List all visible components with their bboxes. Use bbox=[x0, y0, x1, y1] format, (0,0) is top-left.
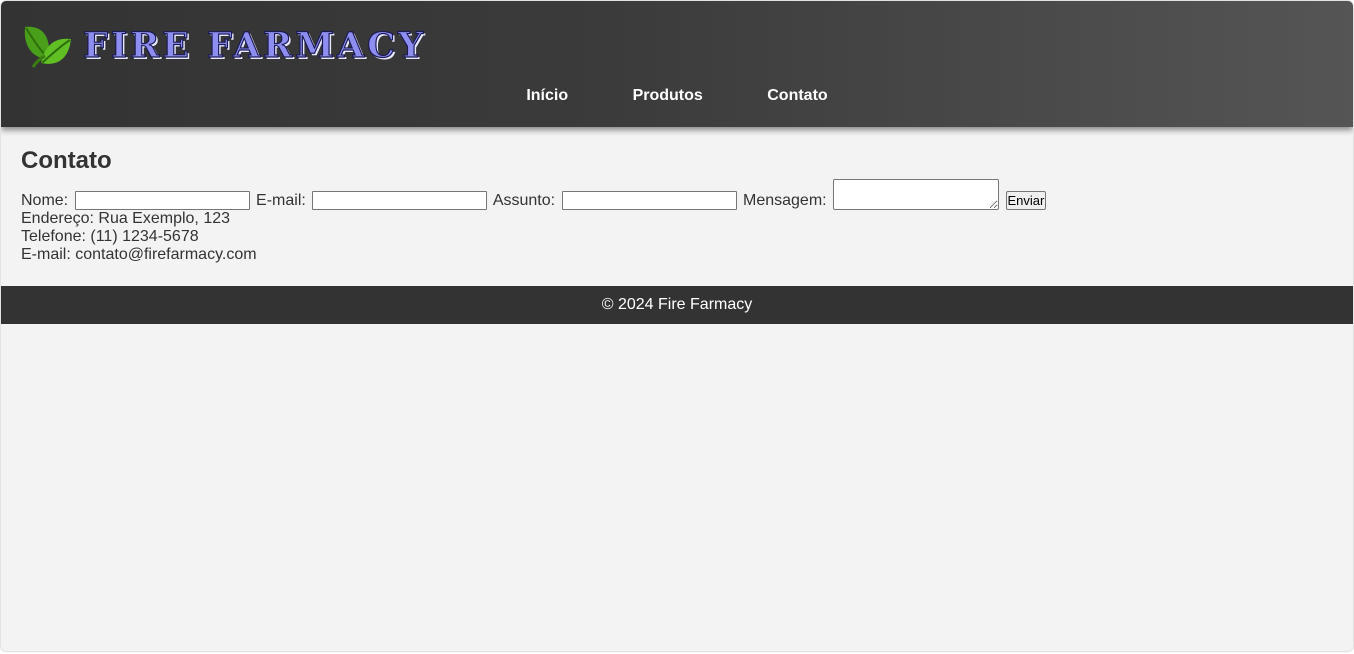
page-title: Contato bbox=[21, 147, 112, 174]
logo-text: FIRE FARMACY bbox=[82, 24, 426, 66]
leaf-icon bbox=[24, 26, 71, 68]
message-textarea[interactable] bbox=[833, 179, 1000, 210]
main-nav: Início Produtos Contato bbox=[1, 87, 1353, 105]
submit-button[interactable]: Enviar bbox=[1005, 191, 1047, 210]
nav-link-contato[interactable]: Contato bbox=[767, 87, 827, 105]
contact-form: Nome: E-mail: Assunto: Mensagem: Enviar bbox=[21, 179, 1333, 210]
email-input[interactable] bbox=[312, 191, 488, 210]
footer-copyright: © 2024 Fire Farmacy bbox=[601, 296, 753, 313]
email-label: E-mail: bbox=[256, 192, 306, 209]
site-footer: © 2024 Fire Farmacy bbox=[1, 286, 1353, 324]
main-content: Contato Nome: E-mail: Assunto: Mensagem:… bbox=[1, 127, 1353, 284]
page-frame: FIRE FARMACY Início Produtos Contato Con… bbox=[1, 1, 1353, 651]
subject-label: Assunto: bbox=[492, 192, 556, 209]
name-input[interactable] bbox=[74, 191, 250, 210]
address-text: Endereço: Rua Exemplo, 123 bbox=[21, 210, 231, 227]
nav-link-produtos[interactable]: Produtos bbox=[633, 87, 703, 105]
name-label: Nome: bbox=[21, 192, 69, 209]
message-label: Mensagem: bbox=[743, 192, 827, 209]
phone-text: Telefone: (11) 1234-5678 bbox=[21, 228, 199, 245]
site-header: FIRE FARMACY Início Produtos Contato bbox=[1, 1, 1353, 127]
brand[interactable]: FIRE FARMACY bbox=[21, 23, 426, 69]
subject-input[interactable] bbox=[561, 191, 737, 210]
email-text: E-mail: contato@firefarmacy.com bbox=[21, 246, 257, 263]
nav-link-inicio[interactable]: Início bbox=[526, 87, 568, 105]
